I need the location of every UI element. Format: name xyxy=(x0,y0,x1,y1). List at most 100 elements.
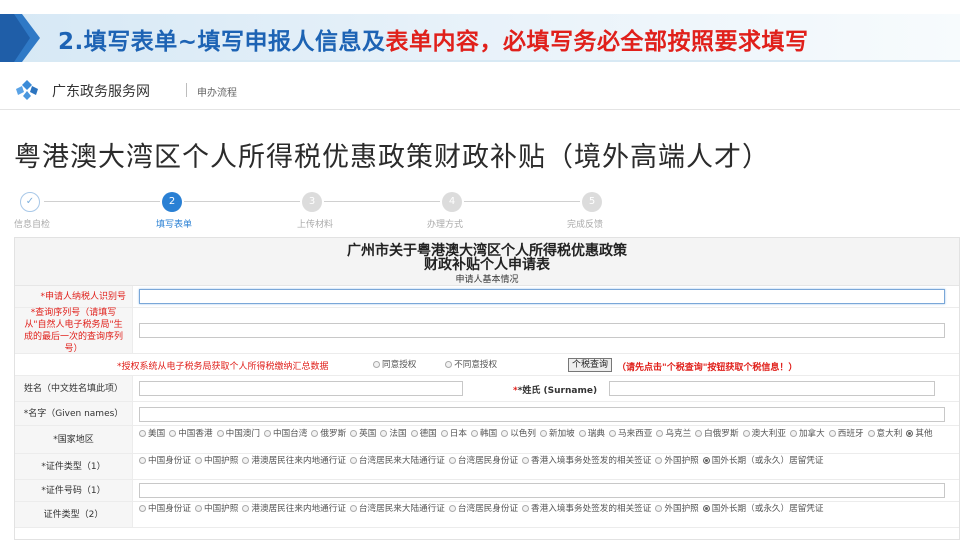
id-type-2-option[interactable]: 香港入境事务处签发的相关签证 xyxy=(522,503,651,515)
country-option[interactable]: 其他 xyxy=(906,428,933,440)
radio-country[interactable] xyxy=(828,430,836,437)
radio-id-type-2[interactable] xyxy=(242,505,250,512)
id-type-2-option[interactable]: 中国护照 xyxy=(194,503,239,515)
radio-country[interactable] xyxy=(216,430,224,437)
country-option[interactable]: 以色列 xyxy=(501,428,536,440)
auth-label: *授权系统从电子税务局获取个人所得税缴纳汇总数据 xyxy=(117,362,329,372)
nav-link-process[interactable]: 申办流程 xyxy=(197,84,237,99)
tax-query-button[interactable]: 个税查询 xyxy=(568,358,613,372)
country-option[interactable]: 新加坡 xyxy=(539,428,575,440)
radio-country[interactable] xyxy=(380,430,388,437)
id-type-2-option-label: 港澳居民往来内地通行证 xyxy=(251,504,346,514)
radio-country[interactable] xyxy=(578,430,586,437)
radio-id-type-2[interactable] xyxy=(194,505,202,512)
name-cn-input[interactable] xyxy=(139,381,463,396)
radio-id-type-1[interactable] xyxy=(702,457,710,464)
radio-country[interactable] xyxy=(501,430,509,437)
radio-country[interactable] xyxy=(608,430,616,437)
radio-id-type-2[interactable] xyxy=(349,505,357,512)
radio-country[interactable] xyxy=(440,430,448,437)
radio-id-type-1[interactable] xyxy=(448,457,456,464)
auth-agree-option[interactable]: 同意授权 xyxy=(373,359,416,371)
id-number-1-input[interactable] xyxy=(139,483,945,498)
id-type-1-option[interactable]: 台湾居民来大陆通行证 xyxy=(349,455,445,467)
id-type-2-option[interactable]: 外国护照 xyxy=(655,503,699,515)
country-option[interactable]: 瑞典 xyxy=(578,428,605,440)
radio-country[interactable] xyxy=(906,430,914,437)
step-5-circle: 5 xyxy=(582,192,602,212)
radio-country[interactable] xyxy=(742,430,750,437)
step-2-label: 填写表单 xyxy=(156,220,193,230)
country-option[interactable]: 西班牙 xyxy=(828,428,864,440)
radio-auth-disagree[interactable] xyxy=(445,361,453,368)
country-option-label: 西班牙 xyxy=(837,429,864,439)
country-option[interactable]: 日本 xyxy=(440,428,467,440)
id-type-1-option[interactable]: 香港入境事务处签发的相关签证 xyxy=(522,455,651,467)
radio-id-type-1[interactable] xyxy=(655,457,663,464)
country-option[interactable]: 澳大利亚 xyxy=(742,428,786,440)
radio-id-type-1[interactable] xyxy=(349,457,357,464)
surname-input[interactable] xyxy=(609,381,935,396)
taxpayer-id-input[interactable] xyxy=(139,289,945,304)
radio-id-type-1[interactable] xyxy=(194,457,202,464)
country-option[interactable]: 韩国 xyxy=(470,428,497,440)
country-option[interactable]: 中国澳门 xyxy=(216,428,260,440)
country-option[interactable]: 马来西亚 xyxy=(608,428,652,440)
country-option[interactable]: 乌克兰 xyxy=(656,428,691,440)
radio-country[interactable] xyxy=(695,430,703,437)
radio-country[interactable] xyxy=(169,430,177,437)
guangdong-logo-icon[interactable] xyxy=(16,80,38,100)
radio-country[interactable] xyxy=(410,430,418,437)
country-option[interactable]: 俄罗斯 xyxy=(311,428,346,440)
radio-country[interactable] xyxy=(263,430,271,437)
id-type-1-option[interactable]: 外国护照 xyxy=(655,455,699,467)
radio-id-type-2[interactable] xyxy=(522,505,530,512)
country-option[interactable]: 意大利 xyxy=(867,428,902,440)
radio-country[interactable] xyxy=(867,430,875,437)
country-option[interactable]: 德国 xyxy=(410,428,437,440)
radio-id-type-1[interactable] xyxy=(242,457,250,464)
page-title: 粤港澳大湾区个人所得税优惠政策财政补贴（境外高端人才） xyxy=(14,142,770,173)
application-form: 广州市关于粤港澳大湾区个人所得税优惠政策 财政补贴个人申请表 申请人基本情况 *… xyxy=(14,237,960,540)
id-type-2-option[interactable]: 中国身份证 xyxy=(139,503,191,515)
id-type-2-option[interactable]: 国外长期（或永久）居留凭证 xyxy=(702,503,824,515)
id-type-1-option[interactable]: 中国身份证 xyxy=(139,455,191,467)
query-serial-input[interactable] xyxy=(139,323,945,338)
radio-id-type-2[interactable] xyxy=(139,505,146,512)
id-type-2-option[interactable]: 台湾居民来大陆通行证 xyxy=(349,503,445,515)
radio-auth-agree[interactable] xyxy=(373,361,380,368)
radio-country[interactable] xyxy=(656,430,664,437)
country-option[interactable]: 法国 xyxy=(380,428,407,440)
radio-id-type-2[interactable] xyxy=(448,505,456,512)
country-option[interactable]: 加拿大 xyxy=(789,428,825,440)
id-type-2-option[interactable]: 台湾居民身份证 xyxy=(448,503,518,515)
id-type-1-option-label: 香港入境事务处签发的相关签证 xyxy=(531,456,652,466)
radio-country[interactable] xyxy=(139,430,146,437)
id-type-2-option-label: 中国护照 xyxy=(203,504,239,514)
radio-id-type-2[interactable] xyxy=(702,505,710,512)
country-option[interactable]: 英国 xyxy=(350,428,376,440)
id-type-2-option[interactable]: 港澳居民往来内地通行证 xyxy=(242,503,346,515)
country-option[interactable]: 美国 xyxy=(139,428,165,440)
id-type-1-option[interactable]: 国外长期（或永久）居留凭证 xyxy=(702,455,824,467)
radio-id-type-1[interactable] xyxy=(139,457,146,464)
id-type-1-option[interactable]: 港澳居民往来内地通行证 xyxy=(242,455,346,467)
id-type-1-option-label: 中国身份证 xyxy=(148,456,191,466)
radio-country[interactable] xyxy=(311,430,319,437)
radio-country[interactable] xyxy=(470,430,478,437)
id-type-1-option[interactable]: 台湾居民身份证 xyxy=(448,455,518,467)
id-type-1-option[interactable]: 中国护照 xyxy=(194,455,238,467)
radio-id-type-1[interactable] xyxy=(522,457,530,464)
country-option[interactable]: 中国台湾 xyxy=(263,428,307,440)
radio-country[interactable] xyxy=(539,430,547,437)
country-option[interactable]: 中国香港 xyxy=(169,428,213,440)
radio-country[interactable] xyxy=(789,430,797,437)
given-name-input[interactable] xyxy=(139,407,945,422)
radio-country[interactable] xyxy=(350,430,358,437)
site-name[interactable]: 广东政务服务网 xyxy=(52,81,150,101)
row-name: 姓名（中文姓名填此项） **姓氏 (Surname) xyxy=(15,376,959,402)
radio-id-type-2[interactable] xyxy=(655,505,663,512)
auth-disagree-option[interactable]: 不同意授权 xyxy=(445,359,497,371)
country-option[interactable]: 白俄罗斯 xyxy=(695,428,739,440)
row-id-number-1: *证件号码（1） xyxy=(15,480,959,502)
